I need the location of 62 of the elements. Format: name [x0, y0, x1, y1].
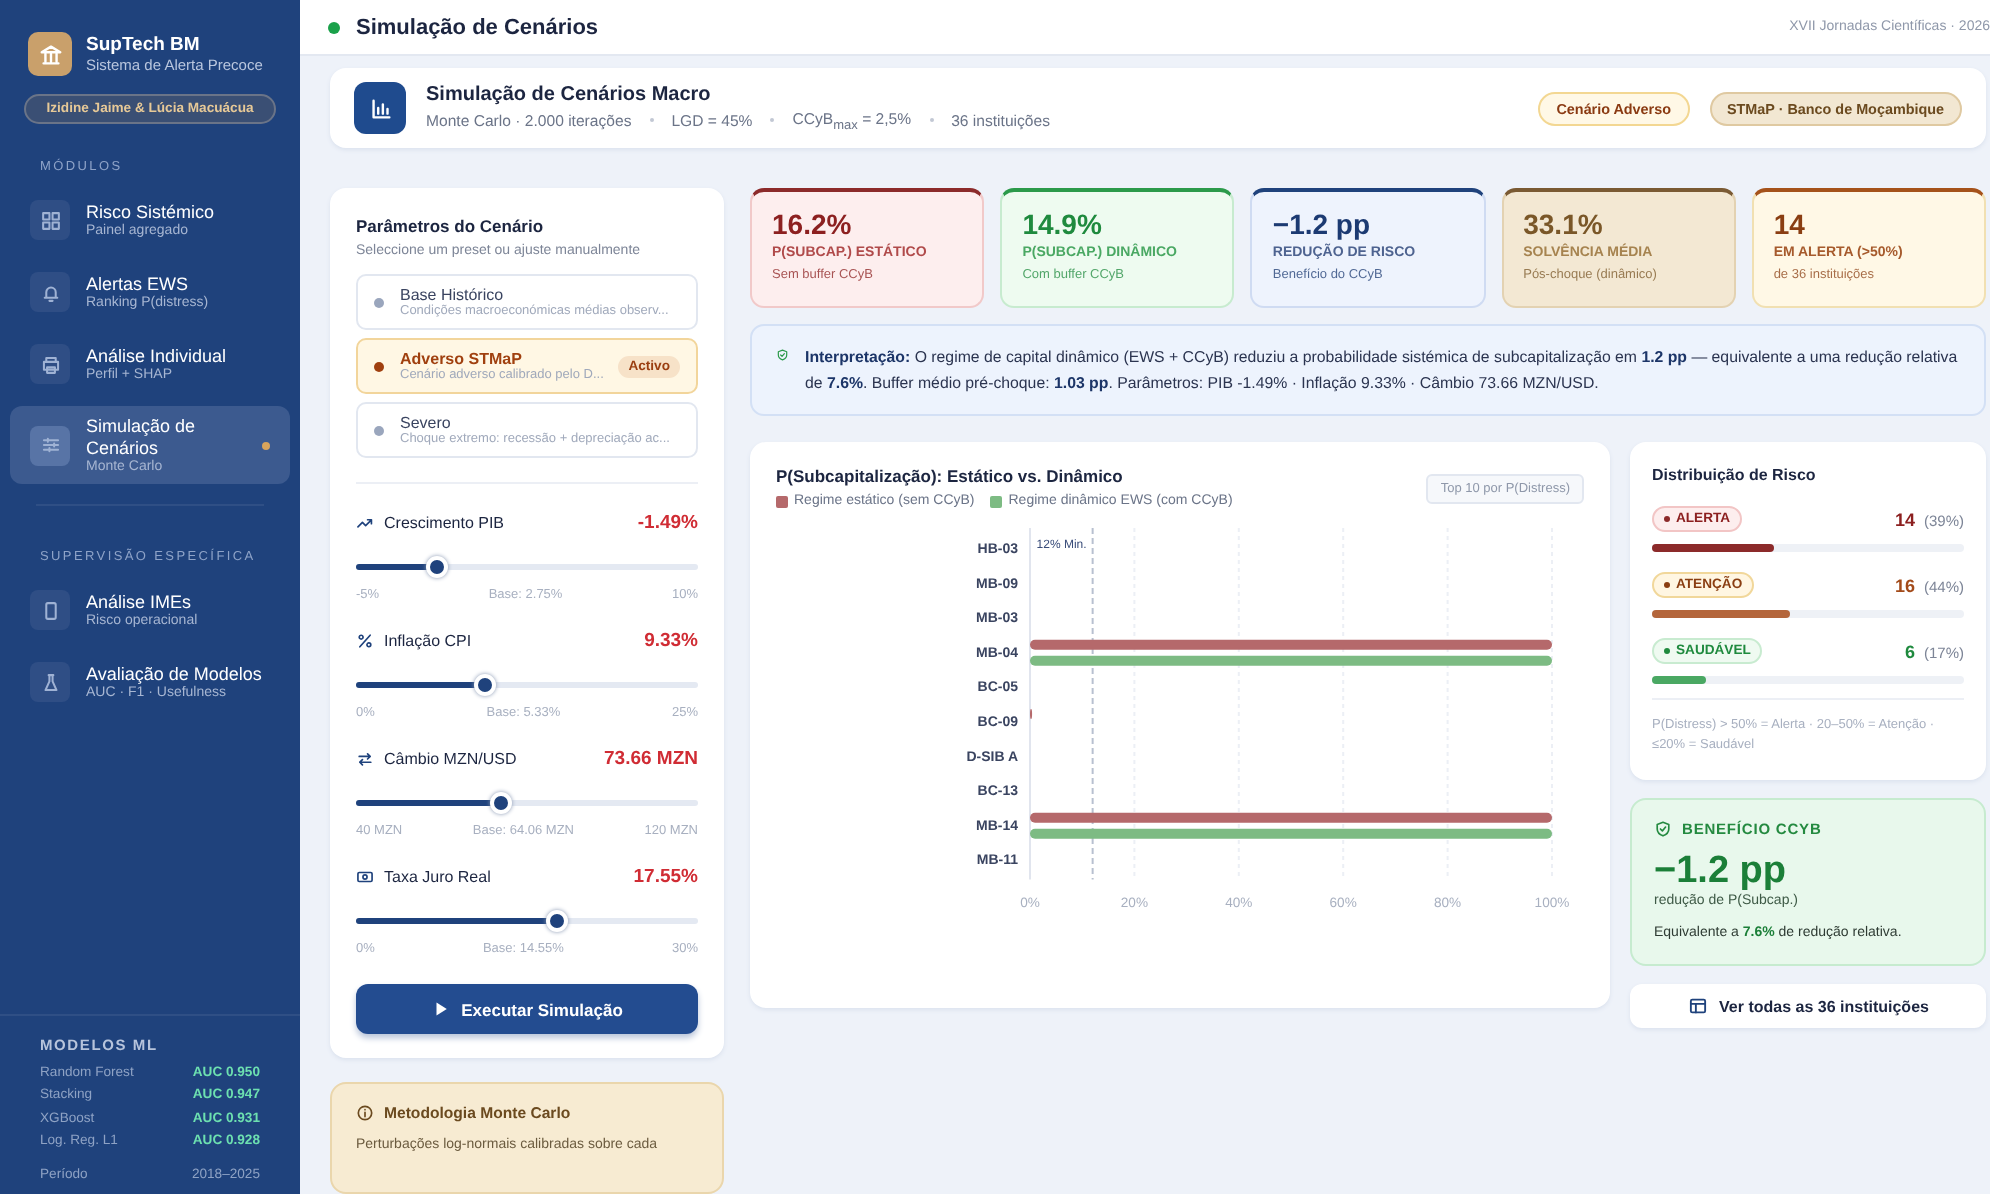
slider-label: Crescimento PIB: [384, 514, 507, 532]
legend-swatch: [776, 495, 788, 507]
slider-value: -1.49%: [637, 512, 698, 534]
slider-value: 73.66 MZN: [604, 748, 698, 770]
item-label: Avaliação de Modelos: [86, 664, 264, 685]
status-dot: [328, 21, 340, 33]
flask-icon: [39, 671, 61, 693]
app-name: SupTech BM: [86, 34, 202, 56]
item-label: Análise Individual: [86, 346, 229, 367]
banknote-icon: [356, 868, 374, 886]
trend-up-icon: [356, 514, 374, 532]
preset-name: Severo: [400, 414, 453, 432]
kpi-value: 14: [1773, 208, 1807, 240]
active-dot: [262, 441, 270, 449]
bar-chart-icon: [367, 95, 393, 121]
slider-thumb[interactable]: [489, 792, 512, 814]
play-icon: [431, 1000, 450, 1018]
slider-label: Inflação CPI: [384, 632, 474, 650]
item-label: Risco Sistémico: [86, 202, 217, 223]
slider-value: 9.33%: [644, 630, 698, 652]
info-icon: [356, 1104, 374, 1122]
legend-swatch: [990, 495, 1003, 507]
swap-arrows-icon: [356, 750, 374, 768]
bell-icon: [39, 281, 61, 303]
card-title: Distribuição de Risco: [1652, 466, 1818, 484]
header-title: Simulação de Cenários Macro: [426, 83, 713, 106]
bank-icon: [37, 41, 63, 67]
kpi-value: −1.2 pp: [1272, 208, 1373, 240]
slider-label: Câmbio MZN/USD: [384, 750, 519, 768]
printer-icon: [39, 353, 61, 375]
chart-title: P(Subcapitalização): Estático vs. Dinâmico: [776, 466, 1125, 486]
slider-value: 17.55%: [633, 866, 698, 888]
page-title: Simulação de Cenários: [356, 15, 601, 39]
risk-count: 6: [1905, 642, 1916, 662]
risk-count: 14: [1895, 510, 1916, 530]
shield-check-icon: [776, 344, 790, 366]
preset-dot: [374, 361, 384, 371]
item-label: Alertas EWS: [86, 274, 191, 295]
preset-dot: [374, 297, 384, 307]
shield-check-icon: [1654, 820, 1672, 838]
slider-label: Taxa Juro Real: [384, 868, 493, 886]
panel-title: Parâmetros do Cenário: [356, 216, 546, 236]
preset-name: Base Histórico: [400, 286, 506, 304]
slider-thumb[interactable]: [473, 674, 496, 696]
item-label: Simulação de Cenários: [86, 416, 198, 459]
view-all-button[interactable]: Ver todas as 36 instituições: [1630, 984, 1986, 1028]
percent-icon: [356, 632, 374, 650]
preset-name: Adverso STMaP: [400, 350, 524, 368]
item-label: Análise IMEs: [86, 592, 194, 613]
sliders-icon: [39, 434, 61, 456]
slider-thumb[interactable]: [546, 910, 569, 932]
phone-icon: [39, 599, 61, 621]
run-simulation-button[interactable]: Executar Simulação: [356, 984, 698, 1034]
risk-count: 16: [1895, 576, 1916, 596]
kpi-value: 16.2%: [772, 208, 854, 240]
benefit-value: −1.2 pp: [1654, 850, 1788, 893]
slider-thumb[interactable]: [426, 556, 448, 578]
kpi-value: 14.9%: [1022, 208, 1104, 240]
table-icon: [1687, 996, 1708, 1016]
preset-dot: [374, 425, 384, 435]
kpi-value: 33.1%: [1523, 208, 1605, 240]
grid-icon: [39, 209, 61, 231]
